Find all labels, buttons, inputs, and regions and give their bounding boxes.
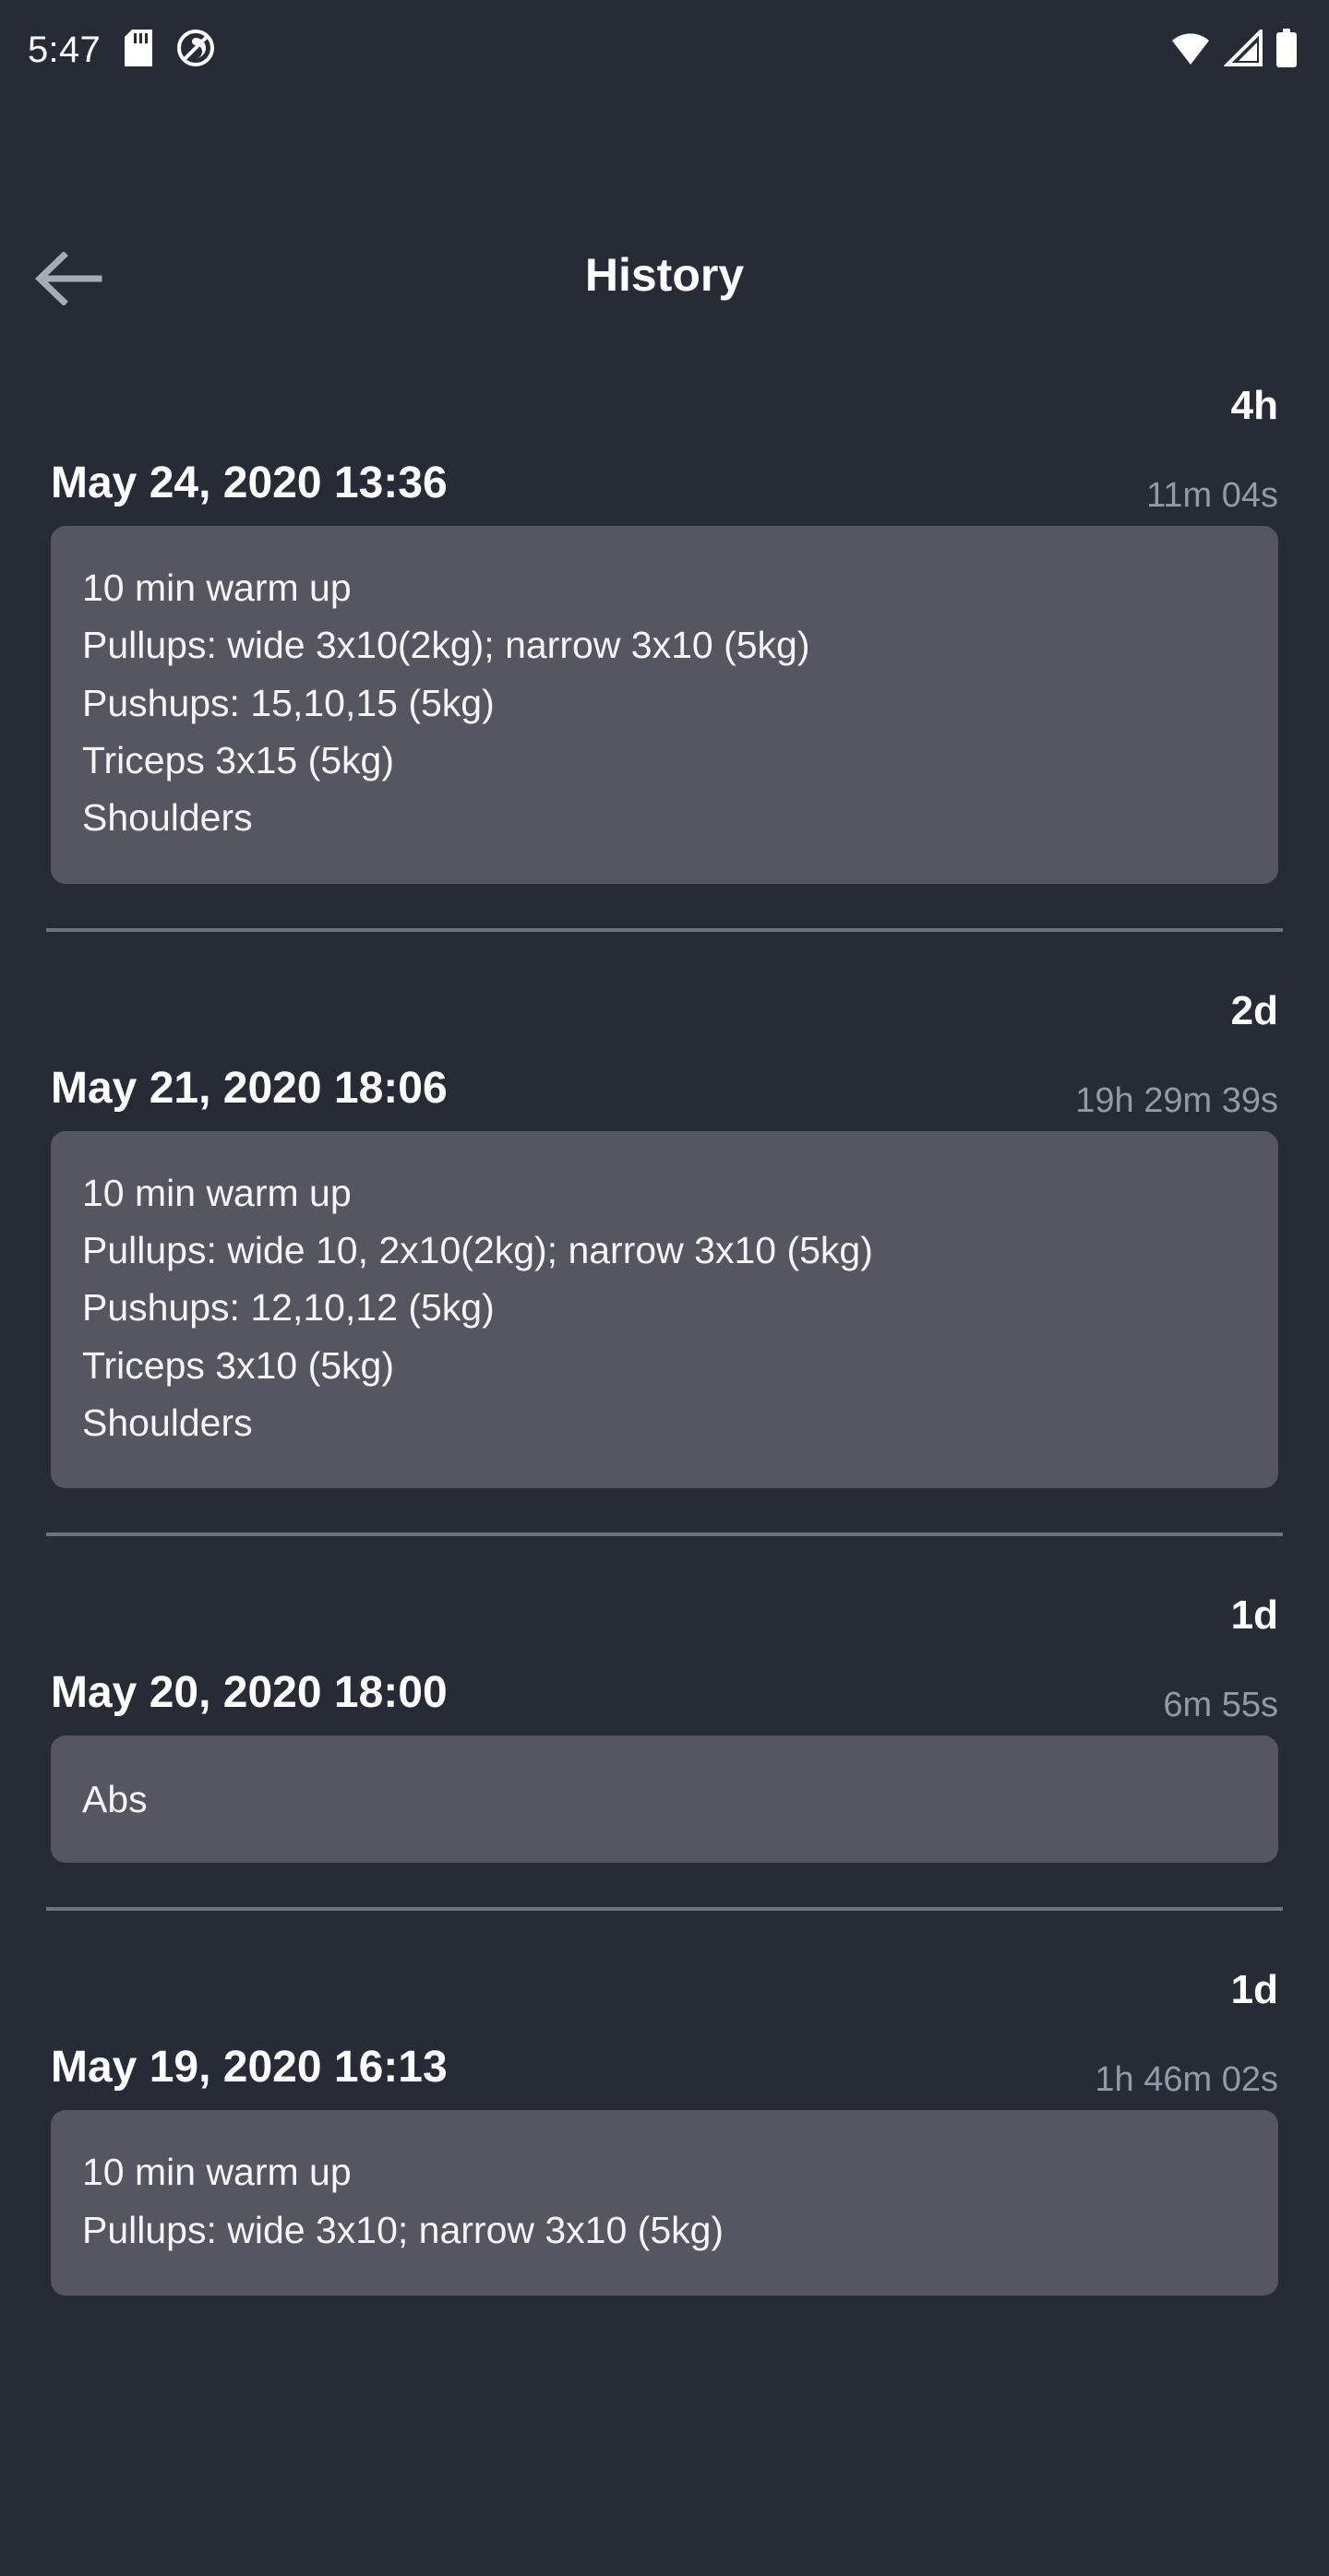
history-entry[interactable]: May 19, 2020 16:13 1d 1h 46m 02s 10 min war… <box>0 1962 1329 2296</box>
workout-note-line: Shoulders <box>82 796 253 840</box>
status-clock: 5:47 <box>28 30 102 70</box>
sd-card-icon <box>125 29 153 71</box>
workout-note-line: Shoulders <box>82 1401 253 1444</box>
history-entry[interactable]: May 20, 2020 18:00 1d 6m 55s Abs <box>0 1588 1329 1962</box>
workout-note-line: 10 min warm up <box>82 566 352 609</box>
status-bar-right <box>1170 26 1298 72</box>
cell-signal-icon <box>1223 26 1263 71</box>
history-list: May 24, 2020 13:36 4h 11m 04s 10 min warm u… <box>0 378 1329 2296</box>
entry-spacer <box>0 1911 1329 1962</box>
workout-note-line: Pullups: wide 3x10(2kg); narrow 3x10 (5k… <box>82 624 810 667</box>
workout-notes-card[interactable]: Abs <box>51 1735 1278 1864</box>
page-title: History <box>584 249 745 301</box>
history-entry[interactable]: May 21, 2020 18:06 2d 19h 29m 39s 10 min wa… <box>0 984 1329 1589</box>
entry-date: May 20, 2020 18:00 <box>51 1668 448 1718</box>
status-bar: 5:47 <box>0 0 1329 100</box>
entry-duration: 19h 29m 39s <box>1075 1080 1278 1120</box>
workout-note-line: 10 min warm up <box>82 2151 352 2194</box>
app-bar: History <box>0 212 1329 351</box>
entry-relative-age: 1d <box>1230 1592 1278 1639</box>
entry-date: May 24, 2020 13:36 <box>51 459 448 507</box>
entry-relative-age: 1d <box>1230 1967 1278 2013</box>
workout-notes-card[interactable]: 10 min warm up Pullups: wide 3x10(2kg); n… <box>51 526 1278 884</box>
entry-spacer <box>0 1536 1329 1588</box>
workout-note-line: Pullups: wide 10, 2x10(2kg); narrow 3x10… <box>82 1228 873 1271</box>
entry-header: May 20, 2020 18:00 1d 6m 55s <box>0 1588 1329 1735</box>
workout-note-line: 10 min warm up <box>82 1171 352 1214</box>
entry-date: May 19, 2020 16:13 <box>51 2043 448 2093</box>
workout-notes-card[interactable]: 10 min warm up Pullups: wide 3x10; narrow… <box>51 2110 1278 2296</box>
entry-spacer <box>0 932 1329 984</box>
entry-header: May 19, 2020 16:13 1d 1h 46m 02s <box>0 1962 1329 2110</box>
history-screen: 5:47 History May 24, 2020 13:36 4h 11m 0… <box>0 0 1329 2576</box>
entry-duration: 6m 55s <box>1163 1686 1278 1725</box>
workout-note-line: Triceps 3x15 (5kg) <box>82 738 394 781</box>
battery-icon <box>1275 28 1298 72</box>
entry-duration: 11m 04s <box>1146 476 1278 515</box>
workout-note-line: Pushups: 15,10,15 (5kg) <box>82 681 495 724</box>
wifi-icon <box>1170 30 1211 71</box>
entry-relative-age: 4h <box>1230 383 1278 428</box>
entry-header: May 24, 2020 13:36 4h 11m 04s <box>0 378 1329 526</box>
entry-relative-age: 2d <box>1230 987 1278 1033</box>
history-entry[interactable]: May 24, 2020 13:36 4h 11m 04s 10 min warm u… <box>0 378 1329 984</box>
entry-date: May 21, 2020 18:06 <box>51 1063 448 1113</box>
do-not-disturb-icon <box>176 29 215 72</box>
workout-note-line: Triceps 3x10 (5kg) <box>82 1343 394 1387</box>
workout-note-line: Abs <box>82 1778 148 1821</box>
workout-note-line: Pullups: wide 3x10; narrow 3x10 (5kg) <box>82 2208 724 2251</box>
workout-notes-card[interactable]: 10 min warm up Pullups: wide 10, 2x10(2kg… <box>51 1130 1278 1489</box>
workout-note-line: Pushups: 12,10,12 (5kg) <box>82 1286 495 1330</box>
entry-header: May 21, 2020 18:06 2d 19h 29m 39s <box>0 984 1329 1131</box>
entry-duration: 1h 46m 02s <box>1095 2060 1278 2100</box>
status-bar-left: 5:47 <box>28 29 215 72</box>
